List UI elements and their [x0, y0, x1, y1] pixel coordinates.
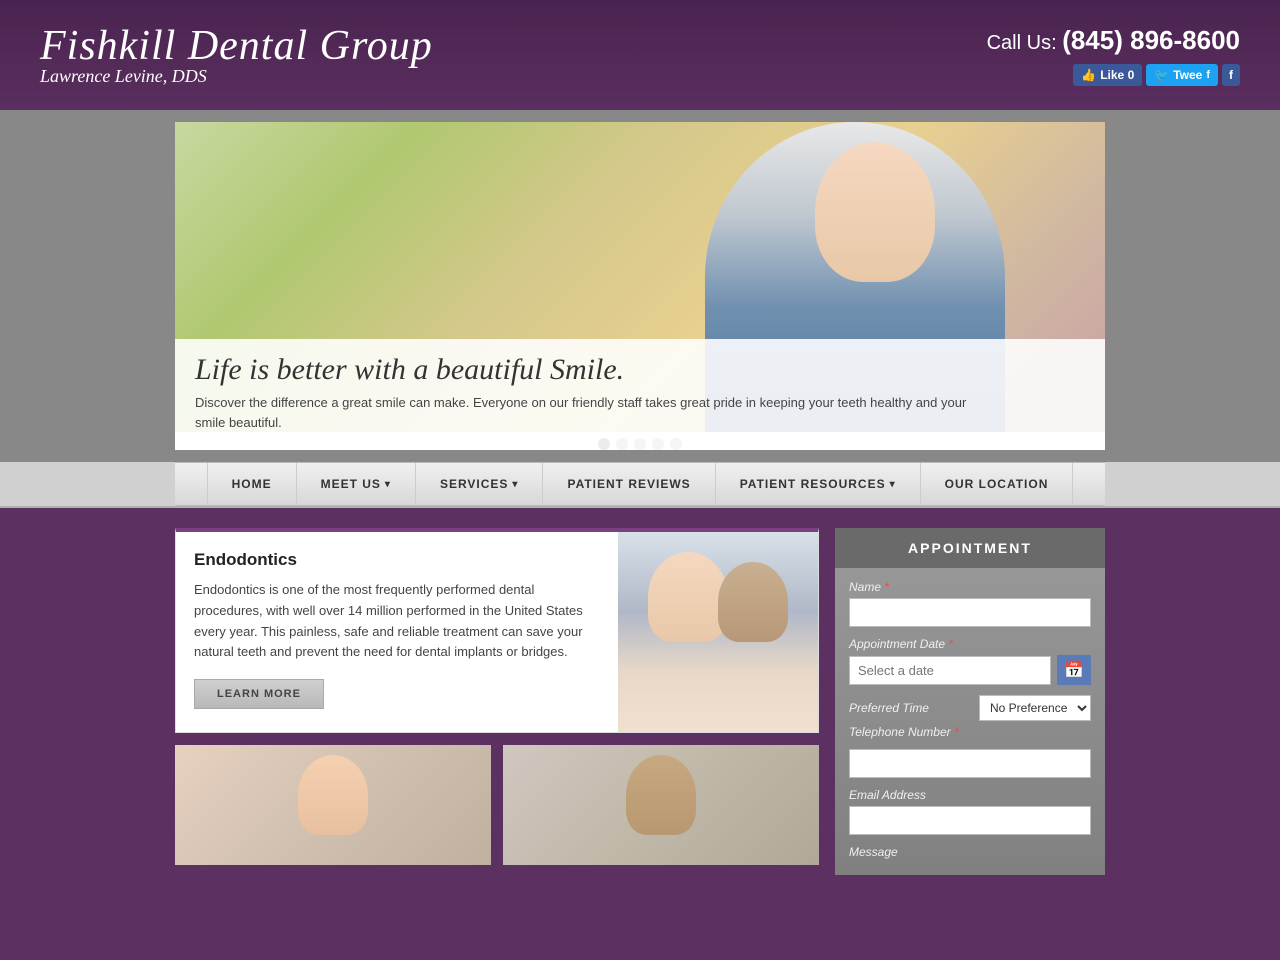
chevron-down-icon: ▾	[385, 479, 391, 490]
preferred-time-row: Preferred Time No Preference Morning Aft…	[849, 695, 1091, 721]
endodontics-body: Endodontics is one of the most frequentl…	[194, 580, 600, 663]
endodontics-card-text: Endodontics Endodontics is one of the mo…	[176, 532, 618, 732]
main-wrapper: Endodontics Endodontics is one of the mo…	[175, 508, 1105, 895]
chevron-down-icon: ▾	[890, 479, 896, 490]
nav-services-label: SERVICES	[440, 477, 508, 491]
tweet-button[interactable]: 🐦 Twee f	[1146, 64, 1218, 86]
date-row: 📅	[849, 655, 1091, 685]
nav-meet-us[interactable]: MEET US ▾	[297, 463, 416, 505]
preferred-time-label: Preferred Time	[849, 701, 979, 715]
nav-our-location[interactable]: OUR LOCATION	[921, 463, 1074, 505]
name-input[interactable]	[849, 598, 1091, 627]
chevron-down-icon: ▾	[512, 479, 518, 490]
appointment-body: Name * Appointment Date * 📅 Preferred Ti…	[835, 568, 1105, 875]
nav-patient-resources-label: PATIENT RESOURCES	[740, 477, 886, 491]
nav-bar: HOME MEET US ▾ SERVICES ▾ PATIENT REVIEW…	[175, 462, 1105, 506]
date-label: Appointment Date *	[849, 637, 1091, 651]
name-required: *	[884, 580, 889, 594]
thumbs-up-icon: 👍	[1081, 68, 1096, 82]
logo-main: Fishkill Dental Group	[40, 23, 433, 69]
couple-image	[618, 532, 818, 732]
nav-meet-us-label: MEET US	[321, 477, 381, 491]
facebook-button[interactable]: f	[1222, 64, 1240, 86]
nav-home[interactable]: HOME	[207, 463, 297, 505]
name-label: Name *	[849, 580, 1091, 594]
logo-area: Fishkill Dental Group Lawrence Levine, D…	[40, 23, 433, 86]
tel-required: *	[954, 725, 959, 739]
hero-tagline: Life is better with a beautiful Smile.	[195, 353, 1085, 387]
nav-wrapper: HOME MEET US ▾ SERVICES ▾ PATIENT REVIEW…	[0, 462, 1280, 508]
call-label: Call Us:	[987, 32, 1057, 54]
fb-letter: f	[1229, 68, 1233, 82]
hero-description: Discover the difference a great smile ca…	[195, 393, 995, 432]
nav-patient-reviews[interactable]: PATIENT REVIEWS	[543, 463, 715, 505]
tel-input[interactable]	[849, 749, 1091, 778]
hero-wrapper: Life is better with a beautiful Smile. D…	[0, 110, 1280, 462]
hero-overlay: Life is better with a beautiful Smile. D…	[175, 339, 1105, 450]
tel-label: Telephone Number *	[849, 725, 1091, 739]
tweet-label: Twee	[1173, 68, 1202, 82]
fb-icon-small: f	[1206, 69, 1210, 81]
like-button[interactable]: 👍 Like 0	[1073, 64, 1142, 86]
learn-more-button[interactable]: LEARN MORE	[194, 679, 324, 709]
email-input[interactable]	[849, 806, 1091, 835]
header-right: Call Us: (845) 896-8600 👍 Like 0 🐦 Twee …	[987, 25, 1240, 86]
calendar-icon: 📅	[1064, 660, 1084, 680]
hero-face-silhouette	[815, 142, 935, 282]
person2-silhouette	[718, 562, 788, 642]
date-required: *	[948, 637, 953, 651]
endodontics-card-image	[618, 532, 818, 732]
nav-patient-resources[interactable]: PATIENT RESOURCES ▾	[716, 463, 921, 505]
like-label: Like 0	[1100, 68, 1134, 82]
nav-home-label: HOME	[232, 477, 272, 491]
hero-container: Life is better with a beautiful Smile. D…	[175, 122, 1105, 450]
phone-line: Call Us: (845) 896-8600	[987, 25, 1240, 56]
appointment-header: APPOINTMENT	[835, 528, 1105, 568]
calendar-button[interactable]: 📅	[1057, 655, 1091, 685]
endodontics-title: Endodontics	[194, 550, 600, 570]
logo-sub: Lawrence Levine, DDS	[40, 66, 433, 87]
endodontics-card: Endodontics Endodontics is one of the mo…	[175, 528, 819, 733]
bottom-cards-row	[175, 745, 819, 865]
appointment-sidebar: APPOINTMENT Name * Appointment Date * 📅	[835, 528, 1105, 875]
content-area: Endodontics Endodontics is one of the mo…	[175, 528, 819, 875]
nav-services[interactable]: SERVICES ▾	[416, 463, 544, 505]
email-label: Email Address	[849, 788, 1091, 802]
bottom-card-2	[503, 745, 819, 865]
twitter-icon: 🐦	[1154, 68, 1169, 82]
person1-silhouette	[648, 552, 728, 642]
phone-number: (845) 896-8600	[1062, 25, 1240, 55]
header: Fishkill Dental Group Lawrence Levine, D…	[0, 0, 1280, 110]
date-input[interactable]	[849, 656, 1051, 685]
bottom-card-1	[175, 745, 491, 865]
nav-our-location-label: OUR LOCATION	[945, 477, 1049, 491]
preferred-time-select[interactable]: No Preference Morning Afternoon Evening	[979, 695, 1091, 721]
message-label: Message	[849, 845, 1091, 859]
nav-patient-reviews-label: PATIENT REVIEWS	[567, 477, 690, 491]
social-buttons: 👍 Like 0 🐦 Twee f f	[1073, 64, 1240, 86]
